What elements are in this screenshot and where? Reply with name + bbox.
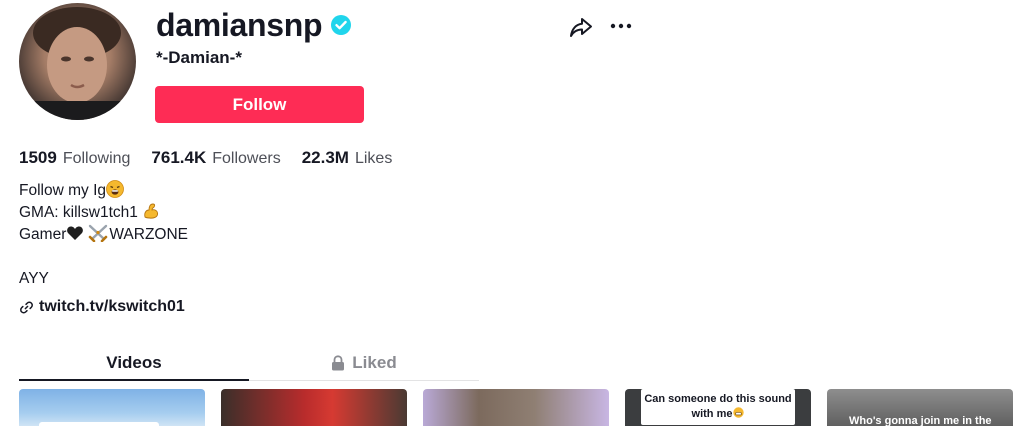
bio-line-3: Gamer WARZONE [19,224,188,246]
link-text: twitch.tv/kswitch01 [39,298,185,315]
followers-count: 761.4K [151,148,207,167]
bio-text-3b: WARZONE [109,226,189,243]
thumbnail-overlay-card [39,422,159,426]
profile-link[interactable]: twitch.tv/kswitch01 [19,298,185,316]
crossed-swords-emoji-icon [89,224,108,242]
bio-text-1: Follow my Ig [19,182,106,199]
verified-badge-icon [331,15,352,35]
avatar-image [19,7,136,120]
tab-videos-label: Videos [106,353,162,372]
tab-liked[interactable]: Liked [249,345,479,381]
video-thumbnail-1[interactable] [19,389,205,426]
black-heart-emoji-icon [67,226,84,240]
bio: Follow my Ig GMA: killsw1tch1 Gamer WARZ… [19,180,188,290]
grinning-emoji-icon [733,407,745,418]
link-icon [20,301,33,313]
thumbnail-caption: Can someone do this sound with me [641,389,795,425]
tab-videos[interactable]: Videos [19,345,249,381]
video-thumbnail-4[interactable]: Can someone do this sound with me [625,389,811,426]
stat-likes: 22.3M Likes [302,148,393,168]
bio-blank-line [19,246,188,268]
bio-line-2: GMA: killsw1tch1 [19,202,188,224]
profile-stats: 1509 Following 761.4K Followers 22.3M Li… [19,147,413,169]
bio-text-2: GMA: killsw1tch1 [19,204,138,221]
follow-button[interactable]: Follow [155,86,364,123]
username: damiansnp [156,6,323,43]
share-icon [570,18,592,37]
username-row: damiansnp [156,5,352,45]
avatar[interactable] [19,3,136,120]
nickname: *-Damian-* [156,48,242,67]
tab-liked-label: Liked [352,353,397,372]
profile-tabs: Videos Liked [19,345,479,381]
following-count: 1509 [19,148,57,167]
following-label: Following [62,150,131,167]
caption-line-2: with me [641,407,795,422]
bio-line-4: AYY [19,270,49,287]
stat-following[interactable]: 1509 Following [19,148,130,168]
more-icon [610,23,632,29]
stat-followers[interactable]: 761.4K Followers [151,148,280,168]
video-thumbnail-2[interactable] [221,389,407,426]
lock-icon [332,355,345,371]
caption-line-2-text: with me [691,408,733,420]
likes-label: Likes [354,150,393,167]
video-thumbnail-5[interactable]: Who's gonna join me in the [827,389,1013,426]
thumbnail-caption-5: Who's gonna join me in the [849,415,992,426]
likes-count: 22.3M [301,148,349,167]
followers-label: Followers [212,150,281,167]
bio-line-1: Follow my Ig [19,180,188,202]
tired-face-emoji-icon [106,180,124,198]
video-thumbnail-3[interactable] [423,389,609,426]
more-options-button[interactable] [608,14,634,40]
active-tab-indicator [19,379,249,381]
flexed-biceps-emoji-icon [144,203,159,219]
caption-line-1: Can someone do this sound [644,393,792,405]
bio-text-3a: Gamer [19,226,67,243]
share-button[interactable] [568,14,594,40]
